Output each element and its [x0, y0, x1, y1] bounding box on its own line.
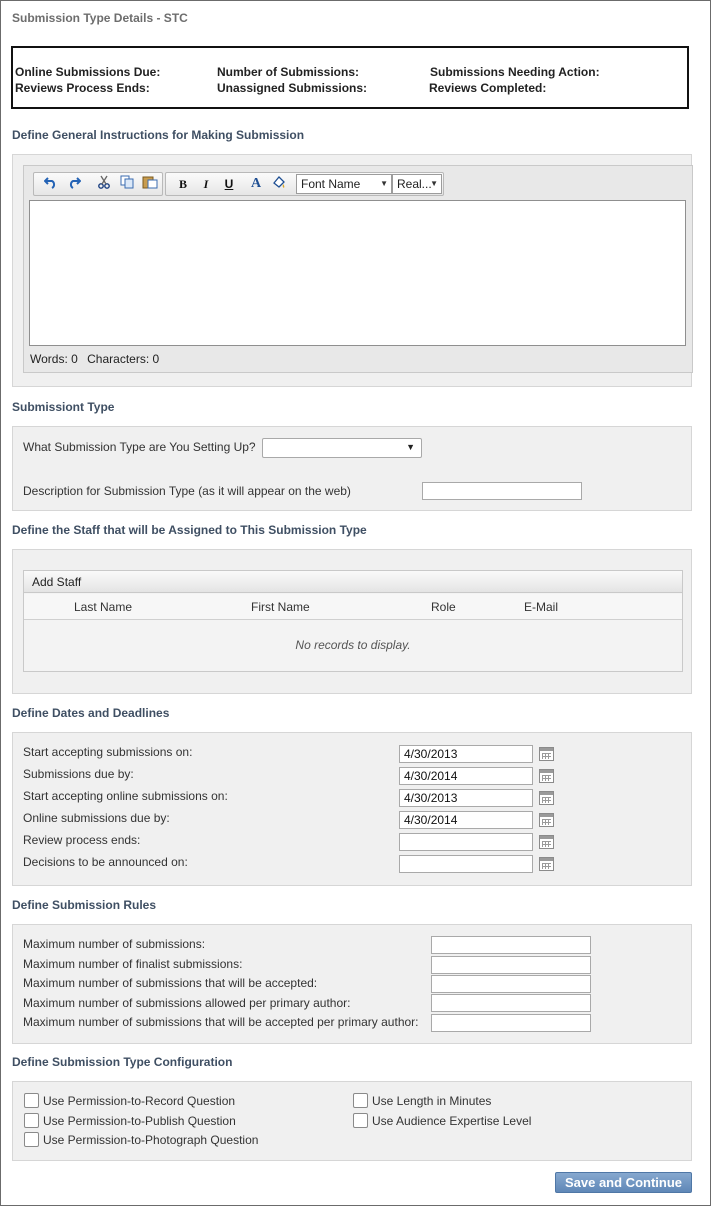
date-input[interactable]: 4/30/2014 — [399, 811, 533, 829]
permission-to-publish-checkbox[interactable] — [24, 1113, 39, 1128]
font-size-value: Real... — [397, 177, 432, 191]
font-size-select[interactable]: Real... ▼ — [392, 174, 442, 194]
option-label: Use Permission-to-Publish Question — [43, 1114, 236, 1128]
permission-to-record-checkbox[interactable] — [24, 1093, 39, 1108]
date-input[interactable]: 4/30/2014 — [399, 767, 533, 785]
dates-heading: Define Dates and Deadlines — [12, 706, 170, 720]
chevron-down-icon: ▼ — [430, 179, 438, 188]
config-heading: Define Submission Type Configuration — [12, 1055, 233, 1069]
font-color-button[interactable]: A — [247, 175, 265, 193]
column-last-name[interactable]: Last Name — [74, 600, 132, 614]
rule-input[interactable] — [431, 956, 591, 974]
character-count: Characters: 0 — [87, 352, 160, 366]
rules-heading: Define Submission Rules — [12, 898, 157, 912]
staff-heading: Define the Staff that will be Assigned t… — [12, 523, 367, 537]
save-and-continue-button[interactable]: Save and Continue — [555, 1172, 692, 1193]
date-label: Start accepting submissions on: — [23, 745, 193, 759]
editor-counts: Words: 0 Characters: 0 — [30, 352, 159, 366]
date-input[interactable] — [399, 855, 533, 873]
date-label: Submissions due by: — [23, 767, 134, 781]
length-in-minutes-checkbox[interactable] — [353, 1093, 368, 1108]
option-label: Use Permission-to-Record Question — [43, 1094, 236, 1108]
rule-input[interactable] — [431, 936, 591, 954]
date-label: Start accepting online submissions on: — [23, 789, 228, 803]
toolbar-format-group: B I U A Font Name ▼ Real... ▼ — [165, 172, 444, 196]
cut-icon[interactable] — [95, 175, 113, 193]
rule-input[interactable] — [431, 1014, 591, 1032]
bold-button[interactable]: B — [174, 175, 192, 193]
column-role[interactable]: Role — [431, 600, 456, 614]
copy-icon[interactable] — [118, 175, 136, 193]
toolbar-edit-group — [33, 172, 163, 196]
font-name-select[interactable]: Font Name ▼ — [296, 174, 392, 194]
word-count: Words: 0 — [30, 352, 78, 366]
audience-expertise-checkbox[interactable] — [353, 1113, 368, 1128]
instructions-heading: Define General Instructions for Making S… — [12, 128, 305, 142]
reviews-completed-label: Reviews Completed: — [429, 81, 547, 95]
rule-label: Maximum number of submissions that will … — [23, 976, 318, 990]
calendar-icon[interactable] — [539, 791, 554, 805]
description-label: Description for Submission Type (as it w… — [23, 484, 351, 498]
highlight-color-icon[interactable] — [270, 175, 288, 193]
option-label: Use Audience Expertise Level — [372, 1114, 532, 1128]
summary-box: Online Submissions Due: Number of Submis… — [11, 46, 689, 109]
submission-type-heading: Submissiont Type — [12, 400, 115, 414]
rule-label: Maximum number of submissions: — [23, 937, 206, 951]
number-of-submissions-label: Number of Submissions: — [217, 65, 360, 79]
chevron-down-icon: ▼ — [380, 179, 388, 188]
date-label: Online submissions due by: — [23, 811, 170, 825]
rule-label: Maximum number of submissions allowed pe… — [23, 996, 351, 1010]
undo-icon[interactable] — [42, 175, 60, 193]
option-label: Use Length in Minutes — [372, 1094, 492, 1108]
chevron-down-icon: ▼ — [406, 442, 415, 452]
online-submissions-due-label: Online Submissions Due: — [15, 65, 161, 79]
date-input[interactable]: 4/30/2013 — [399, 789, 533, 807]
reviews-process-ends-label: Reviews Process Ends: — [15, 81, 150, 95]
description-input[interactable] — [422, 482, 582, 500]
option-label: Use Permission-to-Photograph Question — [43, 1133, 259, 1147]
instructions-text-area[interactable] — [29, 200, 686, 346]
grid-command-bar: Add Staff — [24, 571, 682, 593]
submission-type-select[interactable]: ▼ — [262, 438, 422, 458]
calendar-icon[interactable] — [539, 857, 554, 871]
submission-type-question: What Submission Type are You Setting Up? — [23, 440, 256, 454]
date-input[interactable] — [399, 833, 533, 851]
add-staff-button[interactable]: Add Staff — [32, 575, 81, 589]
date-input[interactable]: 4/30/2013 — [399, 745, 533, 763]
calendar-icon[interactable] — [539, 813, 554, 827]
permission-to-photograph-checkbox[interactable] — [24, 1132, 39, 1147]
redo-icon[interactable] — [65, 175, 83, 193]
date-label: Review process ends: — [23, 833, 141, 847]
column-email[interactable]: E-Mail — [524, 600, 558, 614]
calendar-icon[interactable] — [539, 747, 554, 761]
rule-label: Maximum number of submissions that will … — [23, 1015, 419, 1029]
rule-input[interactable] — [431, 975, 591, 993]
underline-button[interactable]: U — [220, 175, 238, 193]
font-name-value: Font Name — [301, 177, 361, 191]
date-label: Decisions to be announced on: — [23, 855, 188, 869]
rule-input[interactable] — [431, 994, 591, 1012]
grid-header: Last Name First Name Role E-Mail — [24, 594, 682, 620]
no-records-message: No records to display. — [295, 638, 411, 652]
column-first-name[interactable]: First Name — [251, 600, 310, 614]
submissions-needing-action-label: Submissions Needing Action: — [430, 65, 600, 79]
italic-button[interactable]: I — [197, 175, 215, 193]
page-title: Submission Type Details - STC — [12, 11, 188, 25]
calendar-icon[interactable] — [539, 835, 554, 849]
paste-icon[interactable] — [141, 175, 159, 193]
rule-label: Maximum number of finalist submissions: — [23, 957, 243, 971]
unassigned-submissions-label: Unassigned Submissions: — [217, 81, 368, 95]
calendar-icon[interactable] — [539, 769, 554, 783]
